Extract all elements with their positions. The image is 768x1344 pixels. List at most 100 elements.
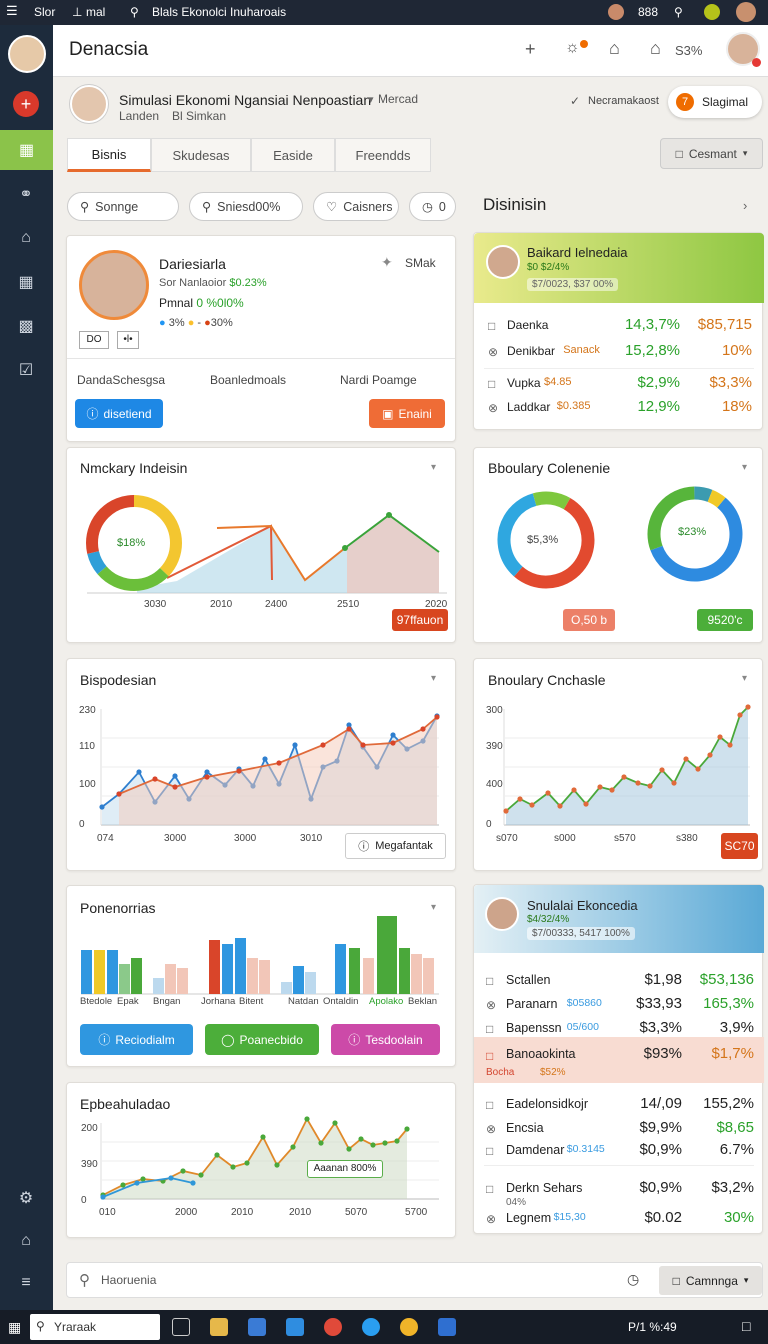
x-tick-label: 2010: [231, 1207, 254, 1218]
search-icon: ⚲: [80, 200, 90, 214]
poanecbido-button[interactable]: ◯ Poanecbido: [205, 1024, 319, 1055]
bar: [209, 940, 220, 994]
os-search-text[interactable]: Blals Ekonolci Inuharoais: [152, 5, 286, 19]
filter-count[interactable]: ◷ 0: [409, 192, 456, 221]
data-point: [517, 796, 523, 802]
taskbar-search[interactable]: ⚲ Yraraak: [30, 1314, 160, 1340]
filter-series[interactable]: ⚲ Sniesd00%: [189, 192, 303, 221]
bookmark-icon[interactable]: ☑: [13, 357, 39, 383]
bar-category-label: Bngan: [153, 996, 181, 1007]
row-tag: $52%: [540, 1067, 566, 1078]
search-input[interactable]: Haoruenia: [101, 1273, 156, 1287]
browser-icon[interactable]: [400, 1318, 418, 1336]
app-icon[interactable]: [248, 1318, 266, 1336]
chart-badge[interactable]: SC70: [721, 833, 758, 859]
filter-sort[interactable]: ⚲ Sonnge: [67, 192, 179, 221]
plus-icon[interactable]: +: [525, 39, 536, 60]
row-tag: $4.85: [544, 376, 572, 388]
notification-icon[interactable]: ☼: [565, 39, 580, 57]
x-tick-label: 3000: [234, 833, 257, 844]
grid-icon[interactable]: ▩: [13, 313, 39, 339]
search-icon[interactable]: ⚲: [674, 5, 683, 19]
chevron-right-icon[interactable]: ›: [743, 198, 747, 213]
enaini-button[interactable]: ▣ Enaini: [369, 399, 445, 428]
sim-sub2: $7/00333, 5417 100%: [527, 927, 635, 940]
y-tick-label: 0: [81, 1195, 87, 1206]
add-icon[interactable]: +: [13, 91, 39, 117]
bar: [165, 964, 176, 994]
signal-label: Slagimal: [702, 95, 749, 109]
user-avatar[interactable]: [8, 35, 46, 73]
menu-grid-icon[interactable]: ☰: [6, 3, 18, 19]
share-icon[interactable]: ⚭: [13, 181, 39, 207]
clock-icon[interactable]: ◷: [627, 1271, 639, 1288]
status-dot-icon[interactable]: [704, 4, 720, 20]
row-value-b: 165,3%: [703, 995, 754, 1012]
tab-bisnis[interactable]: Bisnis: [67, 138, 151, 172]
bar: [119, 964, 130, 994]
profile-title-tag[interactable]: Mercad: [378, 92, 418, 106]
row-label: Denikbar: [507, 344, 556, 358]
home-icon[interactable]: ⌂: [609, 38, 620, 59]
bar-chart-card: Ponenorrias ▾ Btedole Epak Bngan Jorhana Bit…: [66, 885, 456, 1067]
data-point: [204, 774, 210, 780]
chart-badge-right[interactable]: 9520'c: [697, 609, 753, 631]
list-icon[interactable]: ≡: [13, 1270, 39, 1296]
app-icon[interactable]: [438, 1318, 456, 1336]
os-menu-label[interactable]: mal: [86, 5, 105, 19]
tab-freendds[interactable]: Freendds: [335, 138, 431, 172]
x-tick-label: 010: [99, 1207, 116, 1218]
data-point: [621, 774, 627, 780]
file-explorer-icon[interactable]: [210, 1318, 228, 1336]
comment-button[interactable]: □ Cesmant ▾: [660, 138, 763, 169]
x-tick-label: 3010: [300, 833, 323, 844]
row-value-b: 3,9%: [719, 1019, 754, 1036]
avatar[interactable]: [736, 2, 756, 22]
start-icon[interactable]: ▦: [8, 1319, 21, 1336]
calculator-icon[interactable]: ▦: [13, 269, 39, 295]
home-icon[interactable]: ⌂: [13, 225, 39, 251]
settings-gear-icon[interactable]: ⚙: [13, 1185, 39, 1211]
user-avatar-small[interactable]: [608, 4, 624, 20]
bottom-search-bar[interactable]: ⚲ Haoruenia ◷ □ Camnnga ▾: [66, 1262, 763, 1298]
signal-button[interactable]: 7 Slagimal: [668, 86, 762, 118]
chrome-icon[interactable]: [324, 1318, 342, 1336]
pin-icon[interactable]: ⊥: [72, 5, 82, 19]
tesdoolain-button[interactable]: ⓘ Tesdoolain: [331, 1024, 440, 1055]
chart-badge-left[interactable]: O,50 b: [563, 609, 615, 631]
data-point: [318, 1140, 324, 1146]
camnnga-button[interactable]: □ Camnnga ▾: [659, 1266, 762, 1295]
data-point: [100, 1194, 106, 1200]
notification-icon[interactable]: □: [742, 1318, 750, 1334]
tab-easide[interactable]: Easide: [251, 138, 335, 172]
row-label: Legnem: [506, 1211, 552, 1225]
disetiend-button[interactable]: ⓘ disetiend: [75, 399, 163, 428]
bar: [281, 982, 292, 994]
reciodialm-button[interactable]: ⓘ Reciodialm: [80, 1024, 193, 1055]
data-point: [394, 1138, 400, 1144]
plus-app-icon[interactable]: [362, 1318, 380, 1336]
home-icon[interactable]: ⌂: [13, 1228, 39, 1254]
profile-title: Simulasi Ekonomi Ngansiai Nenpoastian: [119, 92, 372, 108]
filter-favorites[interactable]: ♡ Caisners: [313, 192, 399, 221]
data-point: [390, 740, 396, 746]
data-point: [262, 756, 268, 762]
chart-badge[interactable]: 97ffauon: [392, 609, 448, 631]
search-icon[interactable]: ⚲: [130, 5, 139, 19]
dashboard-icon[interactable]: ▦: [0, 130, 53, 170]
profile-avatar[interactable]: [70, 85, 108, 123]
data-point: [557, 803, 563, 809]
task-view-icon[interactable]: [172, 1318, 190, 1336]
chevron-down-icon[interactable]: ▾: [368, 93, 374, 106]
bar-category-label: Apolako: [369, 996, 404, 1007]
bank-icon[interactable]: ⌂: [650, 38, 661, 59]
megafantak-button[interactable]: ⓘ Megafantak: [345, 833, 446, 859]
tag-box[interactable]: •l•: [117, 331, 139, 349]
donut-label: $18%: [117, 537, 146, 549]
simak-label[interactable]: SMak: [405, 256, 436, 270]
store-icon[interactable]: [286, 1318, 304, 1336]
row-icon: □: [488, 319, 496, 333]
sparkle-icon[interactable]: ✦: [381, 254, 393, 271]
tab-skudesas[interactable]: Skudesas: [151, 138, 251, 172]
tag-box[interactable]: DO: [79, 331, 109, 349]
